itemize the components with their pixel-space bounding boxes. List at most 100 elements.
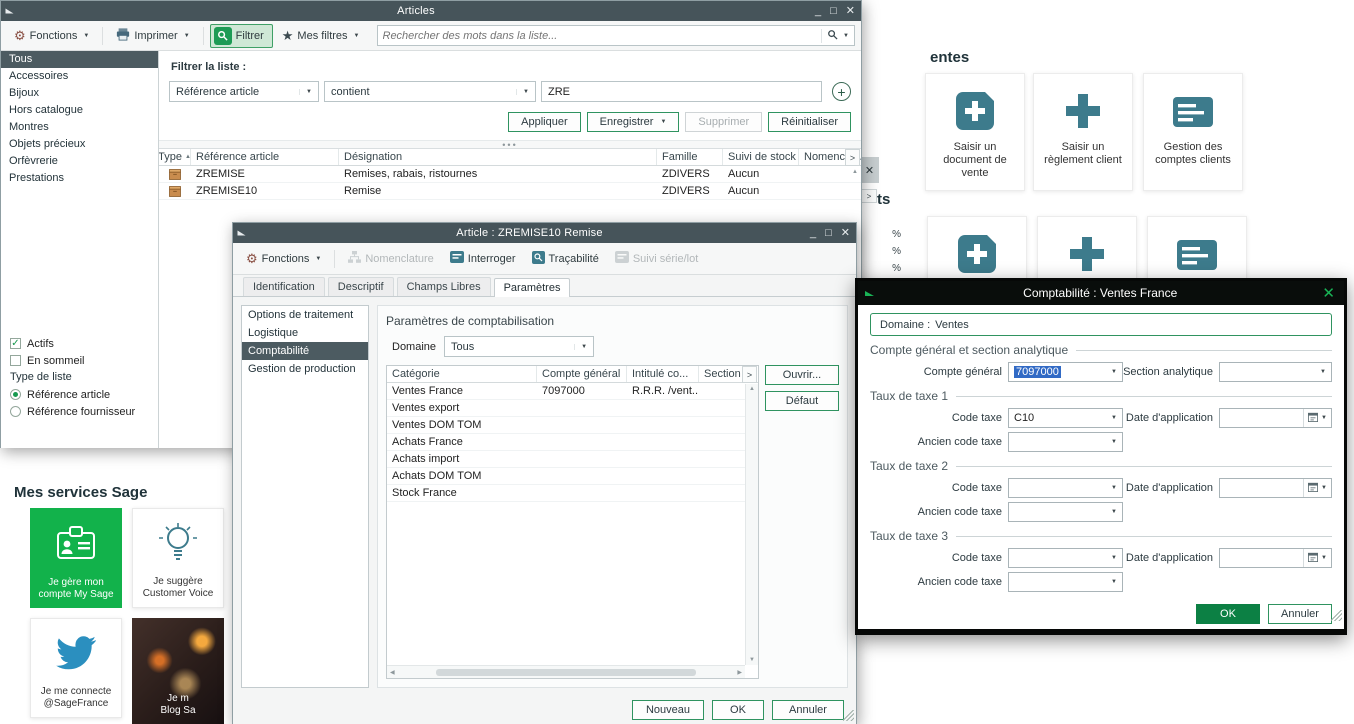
- sidebar-item-hors-catalogue[interactable]: Hors catalogue: [1, 102, 158, 119]
- scrollbar-thumb[interactable]: [436, 669, 696, 676]
- tile-saisir-document-vente[interactable]: Saisir un document de vente: [925, 73, 1025, 191]
- sidebar-item-prestations[interactable]: Prestations: [1, 170, 158, 187]
- appliquer-button[interactable]: Appliquer: [508, 112, 580, 132]
- fonctions-button[interactable]: ⚙ Fonctions ▼: [239, 249, 328, 268]
- column-chooser-fragment[interactable]: >: [861, 189, 877, 203]
- filter-operator-select[interactable]: contient ▼: [324, 81, 536, 102]
- column-header-compte[interactable]: Compte général: [537, 366, 627, 382]
- search-input[interactable]: [383, 30, 822, 42]
- nouveau-button[interactable]: Nouveau: [632, 700, 704, 720]
- table-row[interactable]: Achats import: [387, 451, 758, 468]
- code-taxe-1-combo[interactable]: C10 ▼: [1008, 408, 1123, 428]
- nav-item-gestion-production[interactable]: Gestion de production: [242, 360, 368, 378]
- date-application-3-field[interactable]: ▼: [1219, 548, 1332, 568]
- code-taxe-3-combo[interactable]: ▼: [1008, 548, 1123, 568]
- annuler-button[interactable]: Annuler: [772, 700, 844, 720]
- tile-saisir-reglement-client[interactable]: Saisir un règlement client: [1033, 73, 1133, 191]
- column-header-suivi[interactable]: Suivi de stock: [723, 149, 799, 165]
- scroll-up-button[interactable]: ▲: [852, 169, 858, 175]
- search-submit[interactable]: ▼: [821, 29, 849, 43]
- table-row[interactable]: Achats DOM TOM: [387, 468, 758, 485]
- nav-item-comptabilite[interactable]: Comptabilité: [242, 342, 368, 360]
- ref-fournisseur-radio[interactable]: [10, 406, 21, 417]
- ancien-code-2-combo[interactable]: ▼: [1008, 502, 1123, 522]
- filtrer-button[interactable]: Filtrer: [210, 24, 273, 48]
- filter-value-input[interactable]: [541, 81, 822, 102]
- column-header-designation[interactable]: Désignation: [339, 149, 657, 165]
- ok-button[interactable]: OK: [712, 700, 764, 720]
- dialog-titlebar[interactable]: Comptabilité : Ventes France ✕: [858, 281, 1344, 305]
- column-header-categorie[interactable]: Catégorie: [387, 366, 537, 382]
- interroger-button[interactable]: Interroger: [443, 248, 523, 269]
- section-analytique-combo[interactable]: ▼: [1219, 362, 1332, 382]
- tile-gestion-comptes-clients[interactable]: Gestion des comptes clients: [1143, 73, 1243, 191]
- date-picker-button[interactable]: ▼: [1303, 479, 1331, 497]
- minimize-button[interactable]: _: [810, 228, 816, 239]
- close-button[interactable]: ✕: [841, 228, 850, 239]
- column-header-reference[interactable]: Référence article: [191, 149, 339, 165]
- ref-fournisseur-radio-row[interactable]: Référence fournisseur: [10, 403, 154, 420]
- table-row[interactable]: ZREMISE Remises, rabais, ristournes ZDIV…: [159, 166, 861, 183]
- column-chooser-button[interactable]: >: [742, 366, 757, 383]
- tile-twitter[interactable]: Je me connecte @SageFrance: [30, 618, 122, 718]
- article-titlebar[interactable]: Article : ZREMISE10 Remise _ □ ✕: [233, 223, 856, 243]
- close-button[interactable]: ✕: [846, 6, 855, 17]
- sidebar-item-accessoires[interactable]: Accessoires: [1, 68, 158, 85]
- table-row[interactable]: Achats France: [387, 434, 758, 451]
- tile-customer-voice[interactable]: Je suggère Customer Voice: [132, 508, 224, 608]
- fonctions-button[interactable]: ⚙ Fonctions ▼: [7, 26, 96, 45]
- articles-titlebar[interactable]: Articles _ □ ✕: [1, 1, 861, 21]
- tab-parametres[interactable]: Paramètres: [494, 278, 571, 297]
- maximize-button[interactable]: □: [830, 6, 837, 17]
- tab-identification[interactable]: Identification: [243, 277, 325, 296]
- ref-article-radio-row[interactable]: Référence article: [10, 386, 154, 403]
- date-application-1-field[interactable]: ▼: [1219, 408, 1332, 428]
- ref-article-radio[interactable]: [10, 389, 21, 400]
- tile-my-sage[interactable]: Je gère mon compte My Sage: [30, 508, 122, 608]
- column-header-intitule[interactable]: Intitulé co...: [627, 366, 699, 382]
- actifs-checkbox-row[interactable]: ✓ Actifs: [10, 335, 154, 352]
- ancien-code-1-combo[interactable]: ▼: [1008, 432, 1123, 452]
- table-row[interactable]: Stock France: [387, 485, 758, 502]
- ouvrir-button[interactable]: Ouvrir...: [765, 365, 839, 385]
- tab-champs-libres[interactable]: Champs Libres: [397, 277, 491, 296]
- imprimer-button[interactable]: Imprimer ▼: [109, 25, 196, 47]
- sidebar-item-bijoux[interactable]: Bijoux: [1, 85, 158, 102]
- add-filter-button[interactable]: +: [832, 82, 851, 101]
- defaut-button[interactable]: Défaut: [765, 391, 839, 411]
- splitter-handle[interactable]: •••: [159, 140, 861, 149]
- nav-item-logistique[interactable]: Logistique: [242, 324, 368, 342]
- code-taxe-2-combo[interactable]: ▼: [1008, 478, 1123, 498]
- table-row[interactable]: Ventes export: [387, 400, 758, 417]
- table-row[interactable]: Ventes DOM TOM: [387, 417, 758, 434]
- maximize-button[interactable]: □: [825, 228, 832, 239]
- column-header-famille[interactable]: Famille: [657, 149, 723, 165]
- actifs-checkbox[interactable]: ✓: [10, 338, 21, 349]
- resize-grip[interactable]: [1331, 610, 1342, 621]
- sidebar-item-objets-precieux[interactable]: Objets précieux: [1, 136, 158, 153]
- sidebar-item-montres[interactable]: Montres: [1, 119, 158, 136]
- date-picker-button[interactable]: ▼: [1303, 549, 1331, 567]
- close-button[interactable]: ✕: [1322, 284, 1335, 302]
- ancien-code-3-combo[interactable]: ▼: [1008, 572, 1123, 592]
- resize-grip[interactable]: [843, 710, 854, 721]
- en-sommeil-checkbox[interactable]: [10, 355, 21, 366]
- date-application-2-field[interactable]: ▼: [1219, 478, 1332, 498]
- nav-item-options-traitement[interactable]: Options de traitement: [242, 306, 368, 324]
- vertical-scrollbar[interactable]: ▲ ▼: [745, 384, 758, 665]
- reinitialiser-button[interactable]: Réinitialiser: [768, 112, 851, 132]
- filter-field-select[interactable]: Référence article ▼: [169, 81, 319, 102]
- suivi-serie-button[interactable]: Suivi série/lot: [608, 248, 705, 269]
- sidebar-item-orfevrerie[interactable]: Orfèvrerie: [1, 153, 158, 170]
- horizontal-scrollbar[interactable]: ◀ ▶: [387, 665, 745, 678]
- sidebar-item-tous[interactable]: Tous: [1, 51, 158, 68]
- supprimer-button[interactable]: Supprimer: [685, 112, 762, 132]
- table-row[interactable]: ZREMISE10 Remise ZDIVERS Aucun: [159, 183, 861, 200]
- column-chooser-button[interactable]: >: [845, 149, 860, 166]
- table-row[interactable]: Ventes France 7097000 R.R.R. /vent...: [387, 383, 758, 400]
- close-pane-button[interactable]: ✕: [860, 157, 879, 183]
- nomenclature-button[interactable]: Nomenclature: [341, 248, 440, 269]
- compte-general-combo[interactable]: 7097000 ▼: [1008, 362, 1123, 382]
- column-header-type[interactable]: Type ▲: [159, 149, 191, 165]
- tile-blog-sage[interactable]: Je m Blog Sa: [132, 618, 224, 724]
